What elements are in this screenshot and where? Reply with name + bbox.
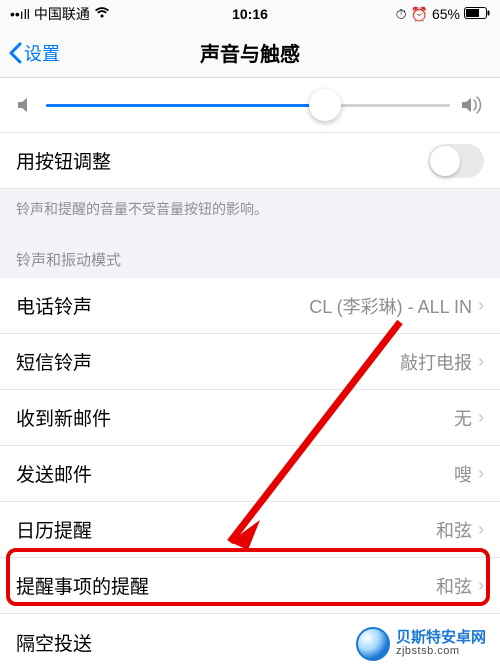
row-sent-mail[interactable]: 发送邮件 嗖 › bbox=[0, 446, 500, 502]
watermark: 贝斯特安卓网 zjbstsb.com bbox=[356, 627, 486, 661]
row-value: 嗖 › bbox=[454, 461, 484, 487]
volume-slider[interactable] bbox=[46, 104, 450, 107]
row-value: CL (李彩琳) - ALL IN › bbox=[309, 293, 484, 319]
row-reminder-alerts[interactable]: 提醒事项的提醒 和弦 › bbox=[0, 558, 500, 614]
chevron-right-icon: › bbox=[478, 575, 484, 596]
chevron-right-icon: › bbox=[478, 463, 484, 484]
row-value: 和弦 › bbox=[436, 573, 484, 599]
row-value: 敲打电报 › bbox=[400, 349, 484, 375]
row-label: 短信铃声 bbox=[16, 348, 92, 375]
button-adjust-toggle[interactable] bbox=[428, 144, 484, 178]
signal-icon: ••ıll bbox=[10, 6, 30, 22]
nav-bar: 设置 声音与触感 bbox=[0, 28, 500, 78]
row-value: 和弦 › bbox=[436, 517, 484, 543]
row-text-tone[interactable]: 短信铃声 敲打电报 › bbox=[0, 334, 500, 390]
row-new-mail[interactable]: 收到新邮件 无 › bbox=[0, 390, 500, 446]
volume-slider-row bbox=[0, 78, 500, 133]
row-label: 隔空投送 bbox=[16, 629, 92, 656]
slider-thumb[interactable] bbox=[309, 89, 341, 121]
status-right: ⏱ ⏰ 65% bbox=[396, 6, 490, 23]
row-label: 提醒事项的提醒 bbox=[16, 572, 149, 599]
chevron-right-icon: › bbox=[478, 351, 484, 372]
alarm-icon: ⏰ bbox=[411, 6, 428, 23]
speaker-low-icon bbox=[16, 96, 36, 114]
row-label: 收到新邮件 bbox=[16, 404, 111, 431]
content: 用按钮调整 铃声和提醒的音量不受音量按钮的影响。 铃声和振动模式 电话铃声 CL… bbox=[0, 78, 500, 670]
watermark-line2: zjbstsb.com bbox=[396, 646, 486, 658]
toggle-thumb bbox=[430, 146, 460, 176]
row-label: 电话铃声 bbox=[16, 292, 92, 319]
chevron-right-icon: › bbox=[478, 519, 484, 540]
back-button[interactable]: 设置 bbox=[0, 40, 60, 66]
watermark-line1: 贝斯特安卓网 bbox=[396, 630, 486, 646]
page-title: 声音与触感 bbox=[200, 38, 300, 67]
status-time: 10:16 bbox=[232, 6, 268, 22]
row-phone-ringtone[interactable]: 电话铃声 CL (李彩琳) - ALL IN › bbox=[0, 278, 500, 334]
chevron-right-icon: › bbox=[478, 295, 484, 316]
status-left: ••ıll 中国联通 bbox=[10, 4, 110, 24]
row-button-adjust[interactable]: 用按钮调整 bbox=[0, 133, 500, 189]
battery-icon bbox=[464, 6, 490, 22]
wifi-icon bbox=[94, 6, 110, 22]
button-adjust-label: 用按钮调整 bbox=[16, 147, 111, 174]
indicator-icon: ⏱ bbox=[396, 6, 407, 23]
row-label: 日历提醒 bbox=[16, 516, 92, 543]
battery-percent: 65% bbox=[432, 6, 460, 22]
carrier-label: 中国联通 bbox=[34, 4, 90, 24]
row-calendar-alerts[interactable]: 日历提醒 和弦 › bbox=[0, 502, 500, 558]
footer-note: 铃声和提醒的音量不受音量按钮的影响。 bbox=[0, 189, 500, 233]
back-label: 设置 bbox=[24, 40, 60, 66]
chevron-right-icon: › bbox=[478, 407, 484, 428]
row-label: 发送邮件 bbox=[16, 460, 92, 487]
speaker-high-icon bbox=[460, 96, 484, 114]
slider-fill bbox=[46, 104, 325, 107]
row-value: 无 › bbox=[454, 405, 484, 431]
watermark-logo-icon bbox=[356, 627, 390, 661]
section-header-ringtones: 铃声和振动模式 bbox=[0, 233, 500, 278]
status-bar: ••ıll 中国联通 10:16 ⏱ ⏰ 65% bbox=[0, 0, 500, 28]
chevron-left-icon bbox=[8, 42, 22, 64]
